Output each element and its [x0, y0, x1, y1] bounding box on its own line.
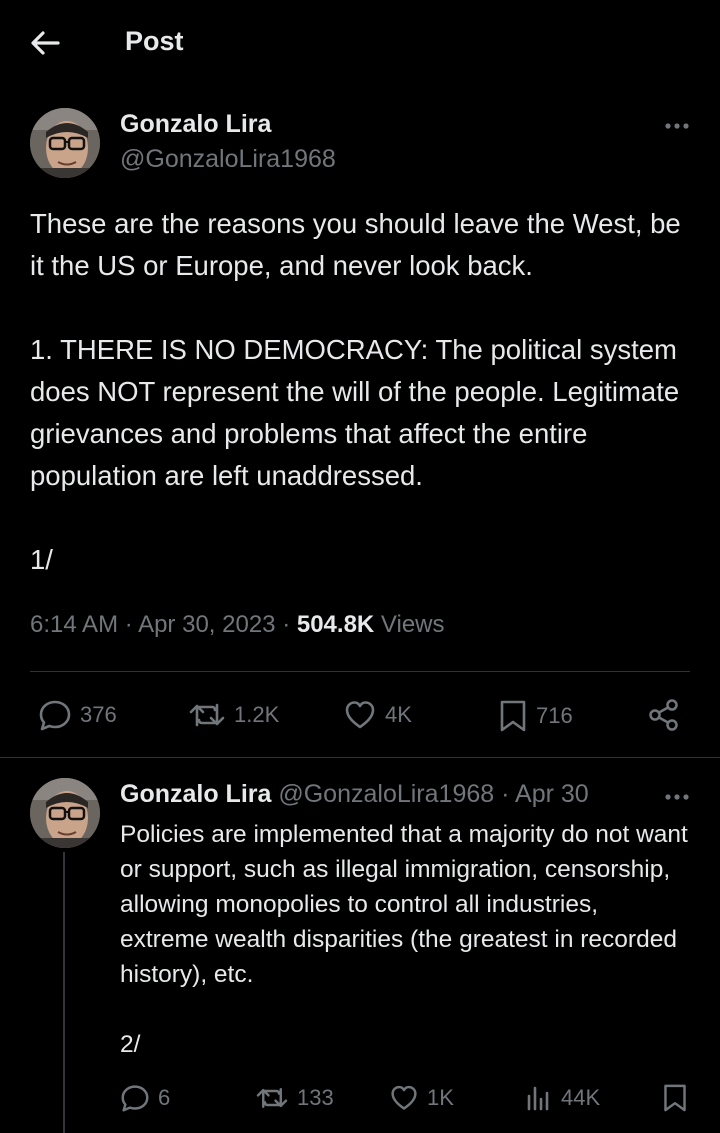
reply-text: Policies are implemented that a majority… [120, 817, 690, 1062]
bookmark-icon [664, 1084, 686, 1112]
avatar[interactable] [30, 108, 100, 178]
repost-count: 133 [297, 1085, 334, 1110]
avatar[interactable] [30, 778, 100, 848]
reply-date[interactable]: Apr 30 [515, 780, 589, 808]
reply-count: 6 [158, 1085, 171, 1110]
share-icon [649, 699, 678, 731]
reply-header: Gonzalo Lira @GonzaloLira1968 · Apr 30 [120, 780, 589, 809]
more-dots-icon [665, 123, 689, 129]
post-time[interactable]: 6:14 AM [30, 611, 118, 638]
post-text: These are the reasons you should leave t… [30, 203, 700, 581]
divider [30, 671, 690, 672]
reply-author-name[interactable]: Gonzalo Lira [120, 780, 271, 808]
thread-line [63, 852, 65, 1133]
heart-icon [391, 1085, 417, 1110]
post-paragraph: 1. THERE IS NO DEMOCRACY: The political … [30, 334, 687, 491]
bookmark-button[interactable] [662, 1083, 696, 1113]
repost-count: 1.2K [234, 702, 280, 727]
like-button[interactable]: 4K [343, 699, 412, 731]
page-title: Post [125, 26, 184, 56]
like-count: 1K [427, 1085, 454, 1110]
divider [0, 757, 720, 758]
post-meta: 6:14 AM · Apr 30, 2023 · 504.8K Views [30, 611, 445, 639]
repost-icon [189, 703, 225, 727]
like-count: 4K [385, 702, 412, 727]
bookmark-icon [500, 700, 526, 732]
more-dots-icon [665, 794, 689, 800]
analytics-icon [527, 1086, 549, 1111]
reply-icon [39, 700, 71, 731]
arrow-left-icon [31, 31, 60, 55]
repost-button[interactable]: 133 [255, 1084, 334, 1112]
post-date[interactable]: Apr 30, 2023 [138, 611, 275, 638]
reply-count: 376 [80, 702, 117, 727]
reply-paragraph: 2/ [120, 1031, 141, 1058]
views-count: 504.8K [296, 611, 375, 638]
post-paragraph: 1/ [30, 544, 53, 575]
avatar-image [30, 778, 100, 848]
reply-paragraph: Policies are implemented that a majority… [120, 821, 695, 988]
more-options-button[interactable] [664, 790, 690, 804]
reply-button[interactable]: 376 [38, 699, 117, 731]
repost-button[interactable]: 1.2K [188, 699, 279, 731]
post-paragraph: These are the reasons you should leave t… [30, 208, 689, 281]
views-count: 44K [561, 1085, 601, 1110]
views-label: Views [380, 611, 445, 638]
back-button[interactable] [28, 28, 62, 58]
repost-icon [256, 1088, 288, 1108]
separator-dot: · [124, 611, 139, 638]
author-name[interactable]: Gonzalo Lira [120, 110, 271, 139]
reply-author-handle[interactable]: @GonzaloLira1968 [278, 780, 494, 808]
reply-icon [121, 1085, 149, 1112]
separator-dot: · [282, 611, 297, 638]
author-handle[interactable]: @GonzaloLira1968 [120, 145, 336, 174]
like-button[interactable]: 1K [389, 1084, 454, 1112]
avatar-image [30, 108, 100, 178]
more-options-button[interactable] [664, 119, 690, 133]
views-button[interactable]: 44K [525, 1084, 600, 1112]
bookmark-button[interactable]: 716 [498, 699, 573, 733]
heart-icon [345, 701, 375, 729]
separator-dot: · [501, 780, 510, 808]
bookmark-count: 716 [536, 703, 573, 728]
share-button[interactable] [648, 698, 688, 732]
reply-button[interactable]: 6 [120, 1084, 170, 1112]
